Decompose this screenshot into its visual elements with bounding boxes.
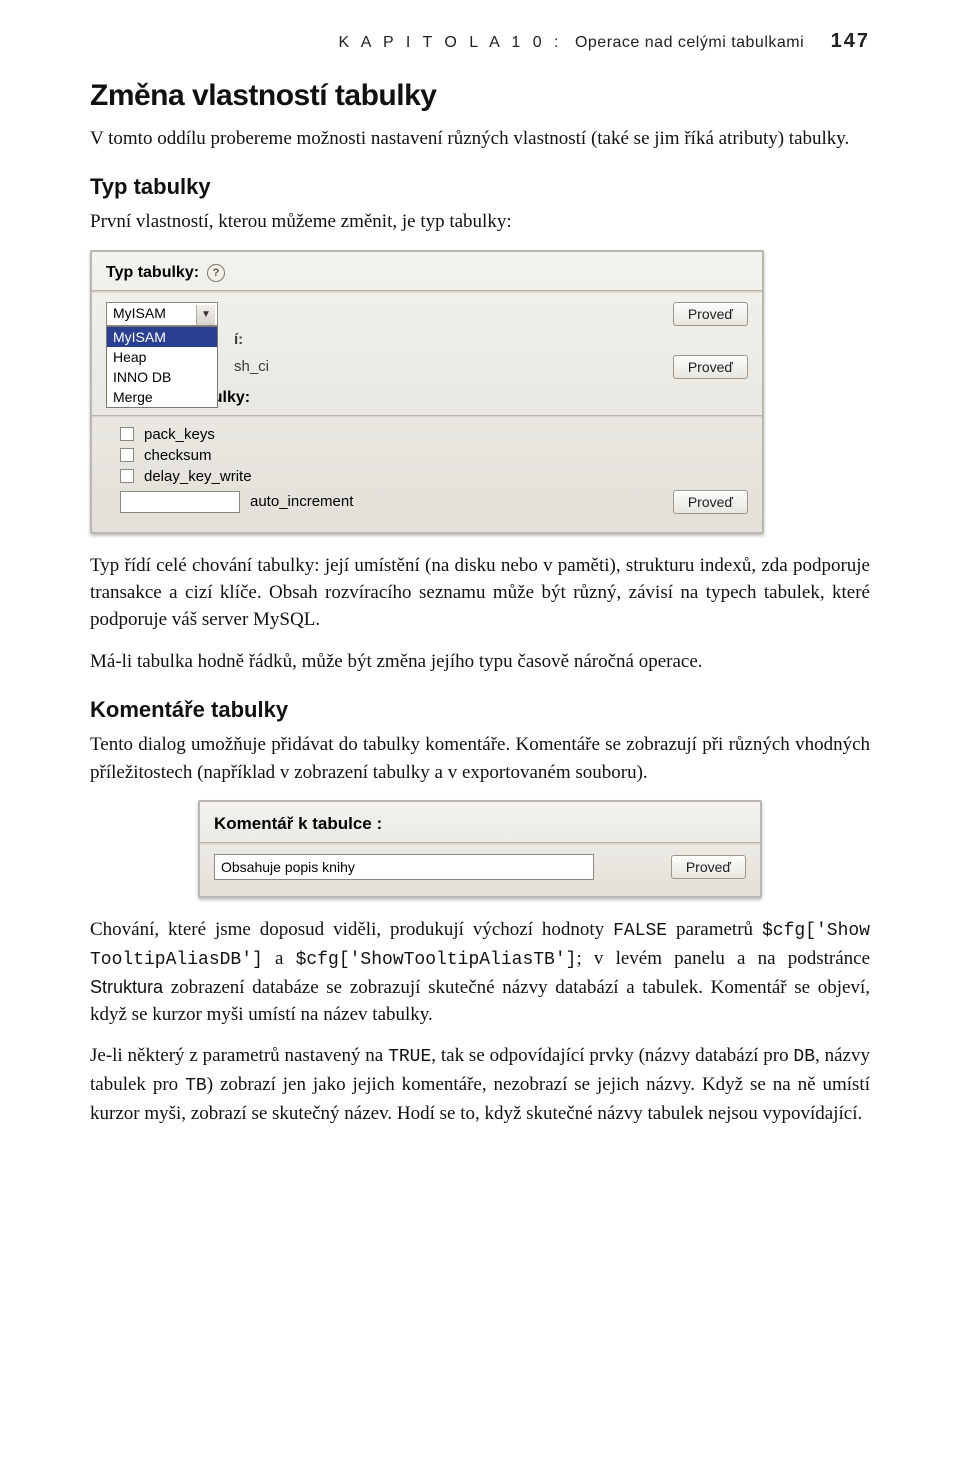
code-false: FALSE bbox=[613, 921, 667, 941]
table-type-select-value: MyISAM bbox=[113, 305, 166, 321]
proved-button-2[interactable]: Proveď bbox=[673, 355, 748, 379]
option-heap[interactable]: Heap bbox=[107, 347, 217, 367]
chov1-a: Chování, které jsme doposud viděli, prod… bbox=[90, 919, 613, 940]
code-cfg-tb: $cfg['ShowTooltipAliasTB'] bbox=[296, 950, 577, 970]
help-icon[interactable]: ? bbox=[207, 264, 225, 282]
intro-paragraph: V tomto oddílu probereme možnosti nastav… bbox=[90, 125, 870, 152]
code-db: DB bbox=[793, 1047, 815, 1067]
chov2-b: , tak se odpovídající prvky (názvy datab… bbox=[431, 1045, 793, 1066]
option-innodb[interactable]: INNO DB bbox=[107, 367, 217, 387]
panel-title-typ: Typ tabulky: bbox=[106, 264, 199, 282]
typ-after-paragraph-1: Typ řídí celé chování tabulky: její umís… bbox=[90, 552, 870, 634]
label-auto-increment: auto_increment bbox=[250, 493, 353, 510]
panel-title-komentar: Komentář k tabulce : bbox=[214, 814, 382, 834]
table-type-panel: Typ tabulky: ? MyISAM ▼ MyISAM Heap INNO… bbox=[90, 250, 764, 534]
table-type-dropdown-list[interactable]: MyISAM Heap INNO DB Merge bbox=[106, 326, 218, 408]
checkbox-delay-key-write[interactable] bbox=[120, 469, 134, 483]
chovani-paragraph-2: Je-li některý z parametrů nastavený na T… bbox=[90, 1042, 870, 1127]
chov1-c: a bbox=[263, 948, 296, 969]
komentare-lead-paragraph: Tento dialog umožňuje přidávat do tabulk… bbox=[90, 731, 870, 786]
checkbox-checksum[interactable] bbox=[120, 448, 134, 462]
table-type-select-wrap: MyISAM ▼ MyISAM Heap INNO DB Merge bbox=[106, 302, 218, 326]
chov1-d: ; v levém panelu a na podstránce bbox=[576, 948, 870, 969]
heading-typ-tabulky: Typ tabulky bbox=[90, 174, 870, 200]
label-checksum: checksum bbox=[144, 447, 212, 464]
proved-button-3[interactable]: Proveď bbox=[673, 490, 748, 514]
code-true: TRUE bbox=[388, 1047, 431, 1067]
collation-label-partial: í: bbox=[234, 331, 243, 348]
chov2-d: ) zobrazí jen jako jejich komentáře, nez… bbox=[90, 1074, 870, 1124]
table-type-select[interactable]: MyISAM ▼ bbox=[106, 302, 218, 326]
panel-divider-2 bbox=[92, 415, 762, 418]
chovani-paragraph-1: Chování, které jsme doposud viděli, prod… bbox=[90, 916, 870, 1029]
page-number: 147 bbox=[831, 30, 870, 52]
collation-value-partial: sh_ci bbox=[234, 358, 269, 375]
chov1-e: zobrazení databáze se zobrazují skutečné… bbox=[90, 977, 870, 1025]
panel-divider-3 bbox=[200, 842, 760, 845]
chapter-prefix: K A P I T O L A 1 0 : bbox=[339, 34, 563, 51]
option-merge[interactable]: Merge bbox=[107, 387, 217, 407]
heading-1: Změna vlastností tabulky bbox=[90, 79, 870, 113]
auto-increment-input[interactable] bbox=[120, 491, 240, 513]
running-head: K A P I T O L A 1 0 : Operace nad celými… bbox=[90, 30, 870, 53]
proved-button-4[interactable]: Proveď bbox=[671, 855, 746, 879]
proved-button-1[interactable]: Proveď bbox=[673, 302, 748, 326]
label-pack-keys: pack_keys bbox=[144, 426, 215, 443]
chov2-a: Je-li některý z parametrů nastavený na bbox=[90, 1045, 388, 1066]
chov1-b: parametrů bbox=[667, 919, 762, 940]
label-delay-key-write: delay_key_write bbox=[144, 468, 252, 485]
typ-lead-paragraph: První vlastností, kterou můžeme změnit, … bbox=[90, 208, 870, 235]
table-comment-input[interactable] bbox=[214, 854, 594, 880]
ui-label-struktura: Struktura bbox=[90, 977, 163, 997]
code-tb: TB bbox=[185, 1076, 207, 1096]
chapter-title: Operace nad celými tabulkami bbox=[575, 34, 804, 51]
heading-komentare: Komentáře tabulky bbox=[90, 697, 870, 723]
panel-divider bbox=[92, 290, 762, 293]
typ-after-paragraph-2: Má-li tabulka hodně řádků, může být změn… bbox=[90, 648, 870, 675]
checkbox-pack-keys[interactable] bbox=[120, 427, 134, 441]
chevron-down-icon[interactable]: ▼ bbox=[196, 305, 215, 325]
table-comment-panel: Komentář k tabulce : Proveď bbox=[198, 800, 762, 898]
option-myisam[interactable]: MyISAM bbox=[107, 327, 217, 347]
